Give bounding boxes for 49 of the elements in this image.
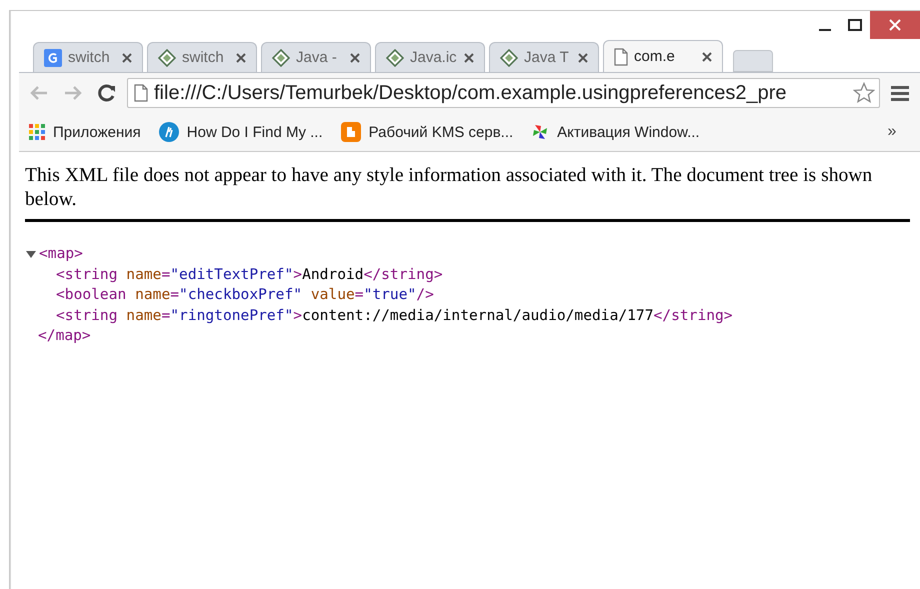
star-icon[interactable]: [853, 82, 875, 104]
bookmark-item[interactable]: Рабочий KMS серв...: [340, 122, 514, 142]
hp-logo-icon: [158, 122, 179, 142]
close-icon: [889, 19, 901, 31]
address-bar[interactable]: file:///C:/Users/Temurbek/Desktop/com.example.usingpreferences2_pre: [127, 78, 880, 108]
xml-line: <string name="editTextPref">Android</string>: [55, 264, 444, 284]
minimize-icon: [819, 29, 831, 31]
document-icon: [614, 48, 628, 66]
notice-text: This XML file does not appear to have any style information associated with it. The document tree is shown below.: [25, 164, 874, 212]
close-icon[interactable]: [122, 52, 132, 62]
document-icon: [134, 84, 148, 102]
bookmark-label[interactable]: How Do I Find My ...: [186, 124, 323, 140]
close-icon[interactable]: [350, 52, 360, 62]
bookmark-item[interactable]: How Do I Find My ...: [158, 122, 323, 142]
menu-icon: [891, 85, 909, 101]
bookmarks-overflow-button[interactable]: »: [878, 118, 906, 146]
xml-line: <boolean name="checkboxPref" value="true"/>: [55, 285, 435, 305]
browser-tab[interactable]: switch: [147, 42, 257, 72]
close-button[interactable]: [870, 11, 920, 39]
close-icon[interactable]: [236, 52, 246, 62]
diamond-icon: [500, 48, 518, 66]
forward-arrow-icon: [63, 85, 83, 101]
browser-tab[interactable]: switch: [33, 42, 143, 72]
diamond-icon: [272, 48, 290, 66]
browser-tab[interactable]: com.e: [603, 40, 723, 72]
diamond-icon: [386, 48, 404, 66]
bookmark-item[interactable]: Приложения: [29, 124, 141, 140]
bookmark-label[interactable]: Приложения: [53, 124, 141, 140]
back-arrow-icon: [29, 85, 49, 101]
bookmark-item[interactable]: Активация Window...: [531, 123, 700, 141]
maximize-icon: [848, 19, 862, 31]
diamond-icon: [158, 48, 176, 66]
collapse-triangle-icon[interactable]: [25, 248, 37, 260]
browser-tab[interactable]: Java -: [261, 42, 371, 72]
g-logo-icon: [44, 48, 62, 66]
apps-grid-icon: [29, 124, 45, 140]
bookmark-label[interactable]: Активация Window...: [557, 124, 700, 140]
xml-tag: <map>: [39, 244, 83, 264]
browser-tab[interactable]: Java T: [489, 42, 599, 72]
reload-icon: [97, 83, 117, 103]
close-icon[interactable]: [464, 52, 474, 62]
bookmark-label[interactable]: Рабочий KMS серв...: [368, 124, 514, 140]
close-icon[interactable]: [702, 52, 712, 62]
xml-line: <string name="ringtonePref">content://media/internal/audio/media/177</string>: [55, 306, 734, 326]
xml-tag: </map>: [25, 326, 910, 346]
close-icon[interactable]: [578, 52, 588, 62]
browser-tab[interactable]: Java.ic: [375, 42, 485, 72]
pinwheel-icon: [531, 123, 550, 141]
blogger-icon: [340, 122, 361, 142]
